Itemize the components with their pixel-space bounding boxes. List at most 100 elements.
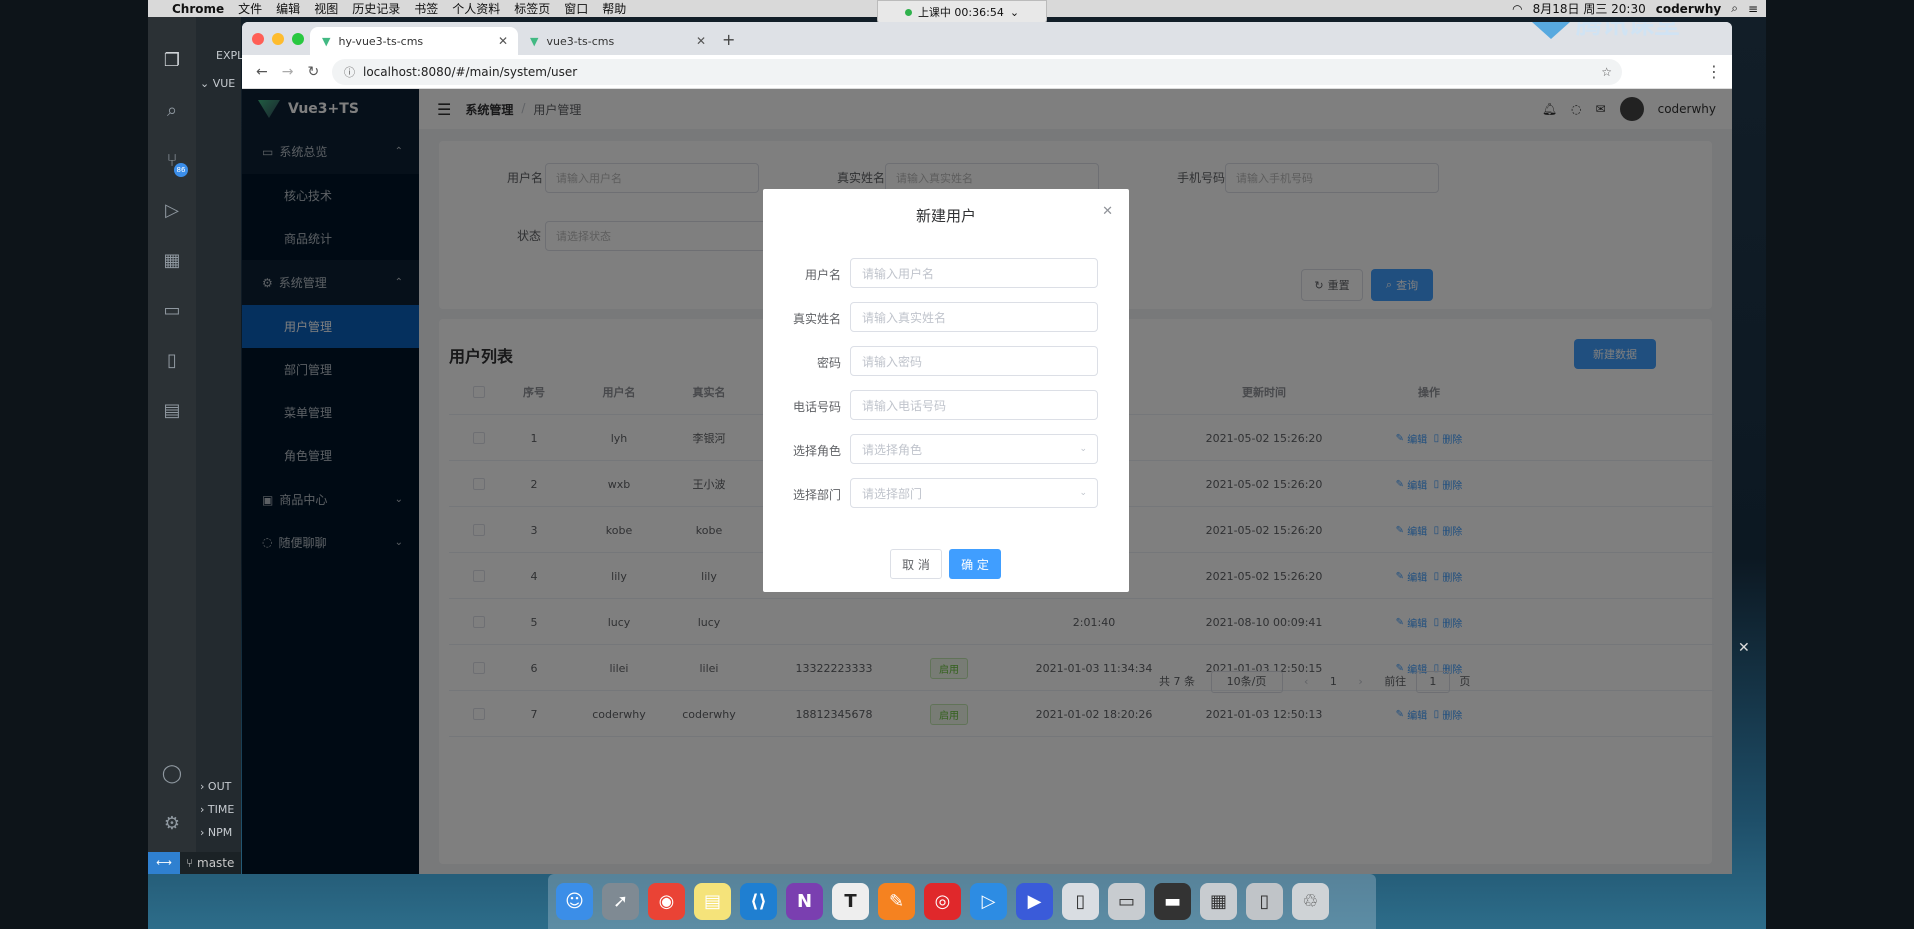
tab-bar: ▼ hy-vue3-ts-cms ✕ ▼ vue3-ts-cms ✕ + 腾讯课…	[242, 22, 1732, 55]
trash-icon[interactable]: ♲	[1292, 883, 1329, 920]
screen-recorder-icon[interactable]: ▶	[1016, 883, 1053, 920]
preview-icon[interactable]: ▯	[1062, 883, 1099, 920]
recording-label: 上课中 00:36:54	[917, 6, 1004, 19]
close-tab-icon[interactable]: ✕	[498, 34, 508, 48]
explorer-title: EXPL	[216, 49, 244, 62]
app-page: Vue3+TS ▭ 系统总览 ⌃ 核心技术 商品统计 ⚙ 系统管理 ⌃ 用户管理…	[242, 89, 1732, 874]
new-tab-icon[interactable]: +	[722, 30, 735, 49]
password-input[interactable]: 请输入密码	[850, 346, 1098, 376]
recording-indicator[interactable]: 上课中 00:36:54 ⌄	[877, 0, 1047, 24]
notes-icon[interactable]: ▤	[694, 883, 731, 920]
monitor-icon[interactable]: ▬	[1154, 883, 1191, 920]
remote-status-icon[interactable]: ⟷	[148, 852, 180, 874]
bookmark-icon[interactable]: ▯	[160, 349, 184, 373]
project-name: VUE	[212, 77, 236, 90]
vscode-sidebar: EXPL ⌄ VUE › OUT › TIME › NPM	[196, 17, 244, 874]
department-select[interactable]: 请选择部门 ⌄	[850, 478, 1098, 508]
outline-section[interactable]: › OUT	[200, 780, 231, 793]
run-debug-icon[interactable]: ▷	[160, 199, 184, 223]
address-bar-row: ← → ↻ ⓘ localhost:8080/#/main/system/use…	[242, 55, 1732, 89]
finder-icon[interactable]: ☺	[556, 883, 593, 920]
vscode-status-bar: ⟷ ⑂ maste	[148, 852, 241, 874]
onenote-icon[interactable]: N	[786, 883, 823, 920]
launchpad-icon[interactable]: ➚	[602, 883, 639, 920]
gear-icon[interactable]: ⚙	[160, 812, 184, 836]
menu-item[interactable]: 文件	[238, 0, 262, 17]
role-select[interactable]: 请选择角色 ⌄	[850, 434, 1098, 464]
menu-item[interactable]: 编辑	[276, 0, 300, 17]
field-label: 选择角色	[792, 444, 841, 458]
menu-item[interactable]: 历史记录	[352, 0, 400, 17]
chevron-down-icon: ⌄	[1079, 488, 1087, 498]
recording-dot-icon	[904, 8, 912, 16]
menubar-user[interactable]: coderwhy	[1656, 2, 1721, 16]
control-center-icon[interactable]: ≡	[1748, 2, 1758, 16]
brand-logo-icon	[1532, 22, 1570, 39]
menu-item[interactable]: 窗口	[564, 0, 588, 17]
extensions-icon[interactable]: ▦	[160, 249, 184, 273]
confirm-button[interactable]: 确 定	[949, 549, 1001, 579]
npm-section[interactable]: › NPM	[200, 826, 232, 839]
close-icon[interactable]: ✕	[1738, 640, 1750, 656]
project-folder[interactable]: ⌄ VUE	[200, 77, 235, 90]
browser-tab-active[interactable]: ▼ hy-vue3-ts-cms ✕	[310, 27, 518, 55]
zoom-window-icon[interactable]	[292, 33, 304, 45]
minimize-window-icon[interactable]	[272, 33, 284, 45]
menu-item[interactable]: 视图	[314, 0, 338, 17]
printer-icon[interactable]: ▦	[1200, 883, 1237, 920]
menubar-datetime[interactable]: 8月18日 周三 20:30	[1533, 0, 1646, 17]
close-tab-icon[interactable]: ✕	[696, 34, 706, 48]
browser-tab[interactable]: ▼ vue3-ts-cms ✕	[518, 27, 716, 55]
menu-item[interactable]: 帮助	[602, 0, 626, 17]
wifi-icon[interactable]: ◠	[1512, 2, 1522, 16]
username-input[interactable]: 请输入用户名	[850, 258, 1098, 288]
bookmark-star-icon[interactable]: ☆	[1601, 65, 1612, 79]
realname-input[interactable]: 请输入真实姓名	[850, 302, 1098, 332]
search-icon[interactable]: ⌕	[160, 99, 184, 123]
folder-icon[interactable]: ▤	[160, 399, 184, 423]
more-menu-icon[interactable]: ⋮	[1706, 62, 1722, 81]
field-label: 真实姓名	[792, 312, 841, 326]
npm-label: NPM	[207, 826, 233, 839]
create-user-dialog: 新建用户 ✕ 用户名 请输入用户名 真实姓名 请输入真实姓名 密码 请输入密码 …	[763, 189, 1129, 592]
phone-input[interactable]: 请输入电话号码	[850, 390, 1098, 420]
desktop-left-strip	[0, 0, 148, 929]
menu-item[interactable]: 书签	[414, 0, 438, 17]
branch-status[interactable]: ⑂ maste	[186, 856, 234, 870]
close-icon[interactable]: ✕	[1102, 204, 1113, 219]
chevron-down-icon: ⌄	[1079, 444, 1087, 454]
close-window-icon[interactable]	[252, 33, 264, 45]
menu-item[interactable]: 个人资料	[452, 0, 500, 17]
menu-app-name[interactable]: Chrome	[172, 2, 224, 16]
tencent-classroom-icon[interactable]: ▷	[970, 883, 1007, 920]
reload-icon[interactable]: ↻	[307, 64, 319, 80]
postman-icon[interactable]: ✎	[878, 883, 915, 920]
forward-arrow-icon[interactable]: →	[282, 64, 294, 80]
remote-explorer-icon[interactable]: ▭	[160, 299, 184, 323]
typora-icon[interactable]: T	[832, 883, 869, 920]
search-icon[interactable]: ⌕	[1731, 1, 1738, 16]
desktop-right-strip	[1766, 0, 1914, 929]
menu-item[interactable]: 标签页	[514, 0, 550, 17]
vscode-icon[interactable]: ⟨⟩	[740, 883, 777, 920]
timeline-label: TIME	[207, 803, 235, 816]
scm-badge: 86	[174, 163, 188, 177]
tencent-classroom-watermark: 腾讯课堂	[1532, 22, 1712, 52]
info-icon[interactable]: ⓘ	[344, 64, 355, 80]
chrome-icon[interactable]: ◉	[648, 883, 685, 920]
role-select-placeholder: 请选择角色	[862, 442, 923, 457]
files-icon[interactable]: ❐	[160, 49, 184, 73]
netease-music-icon[interactable]: ◎	[924, 883, 961, 920]
tab-title: vue3-ts-cms	[546, 34, 615, 48]
url-bar[interactable]: ⓘ localhost:8080/#/main/system/user ☆	[332, 59, 1622, 85]
dialog-title: 新建用户	[915, 207, 976, 225]
outline-label: OUT	[207, 780, 232, 793]
timeline-section[interactable]: › TIME	[200, 803, 234, 816]
downloads-icon[interactable]: ▯	[1246, 883, 1283, 920]
back-arrow-icon[interactable]: ←	[256, 64, 268, 80]
branch-label: maste	[197, 856, 235, 870]
cancel-button[interactable]: 取 消	[890, 549, 942, 579]
keyboard-icon[interactable]: ▭	[1108, 883, 1145, 920]
account-icon[interactable]: ◯	[160, 762, 184, 786]
url-text: localhost:8080/#/main/system/user	[363, 65, 578, 79]
